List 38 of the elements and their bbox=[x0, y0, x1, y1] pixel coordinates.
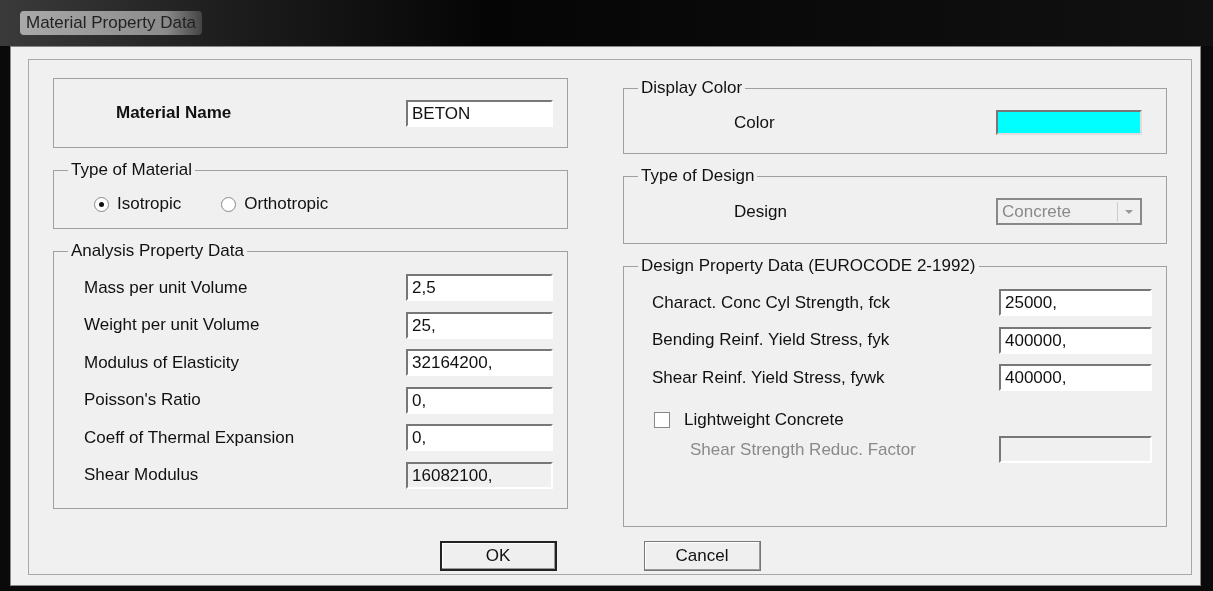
radio-label: Orthotropic bbox=[244, 194, 329, 214]
field-label: Design bbox=[734, 201, 787, 222]
group-title: Design Property Data (EUROCODE 2-1992) bbox=[640, 256, 977, 276]
dialog-button[interactable]: OK bbox=[439, 540, 557, 571]
field-label: Charact. Conc Cyl Strength, fck bbox=[652, 292, 891, 313]
color-swatch[interactable] bbox=[996, 110, 1142, 135]
text-field[interactable]: 25, bbox=[406, 311, 554, 339]
field-label: Poisson's Ratio bbox=[84, 390, 201, 411]
text-field[interactable]: 2,5 bbox=[406, 274, 554, 302]
field-label: Modulus of Elasticity bbox=[84, 352, 239, 373]
field-label: Shear Strength Reduc. Factor bbox=[690, 439, 916, 460]
field-label: Bending Reinf. Yield Stress, fyk bbox=[652, 330, 890, 351]
text-field[interactable]: 400000, bbox=[999, 326, 1152, 354]
radio-label: Isotropic bbox=[117, 194, 182, 214]
checkbox-label: Lightweight Concrete bbox=[684, 409, 844, 430]
field-label: Coeff of Thermal Expansion bbox=[84, 427, 295, 448]
field-label: Shear Reinf. Yield Stress, fywk bbox=[652, 367, 885, 388]
radio-button[interactable] bbox=[221, 196, 237, 212]
field-label: Color bbox=[734, 112, 775, 133]
checkbox[interactable] bbox=[654, 411, 671, 428]
text-field[interactable]: 25000, bbox=[999, 289, 1152, 317]
field-label: Weight per unit Volume bbox=[84, 315, 260, 336]
material-name-label: Material Name bbox=[116, 103, 232, 123]
window-title: Material Property Data bbox=[20, 11, 203, 35]
field-label: Mass per unit Volume bbox=[84, 277, 248, 298]
dialog-button[interactable]: Cancel bbox=[643, 540, 761, 571]
text-field[interactable]: 32164200, bbox=[406, 349, 554, 377]
group-title: Type of Material bbox=[70, 160, 193, 180]
group-title: Type of Design bbox=[640, 166, 756, 186]
group-title: Display Color bbox=[640, 78, 744, 98]
material-name-field[interactable]: BETON bbox=[406, 99, 554, 127]
text-field[interactable]: 400000, bbox=[999, 364, 1152, 392]
text-field[interactable]: 0, bbox=[406, 386, 554, 414]
field-label: Shear Modulus bbox=[84, 465, 199, 486]
text-field[interactable] bbox=[999, 436, 1152, 463]
group-title: Analysis Property Data bbox=[70, 241, 245, 261]
radio-button[interactable] bbox=[94, 196, 109, 212]
text-field[interactable]: 0, bbox=[406, 424, 554, 452]
